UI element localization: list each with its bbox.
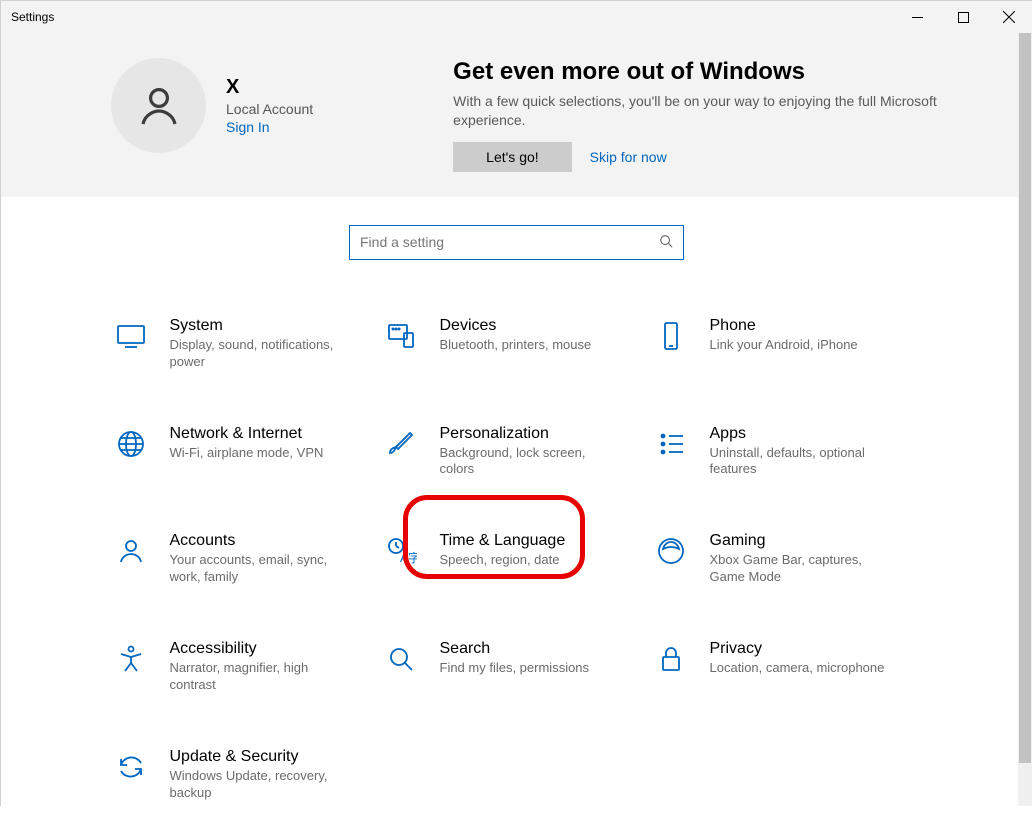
category-gaming[interactable]: Gaming Xbox Game Bar, captures, Game Mod… — [652, 530, 922, 588]
category-sub: Bluetooth, printers, mouse — [440, 337, 592, 354]
category-sub: Narrator, magnifier, high contrast — [170, 660, 345, 694]
category-phone[interactable]: Phone Link your Android, iPhone — [652, 315, 922, 373]
user-account-type: Local Account — [226, 101, 313, 117]
category-accounts[interactable]: Accounts Your accounts, email, sync, wor… — [112, 530, 382, 588]
category-sub: Find my files, permissions — [440, 660, 590, 677]
category-title: Personalization — [440, 425, 615, 443]
category-sub: Wi-Fi, airplane mode, VPN — [170, 445, 324, 462]
window-controls — [894, 1, 1032, 33]
window-title: Settings — [11, 10, 54, 24]
category-network[interactable]: Network & Internet Wi-Fi, airplane mode,… — [112, 423, 382, 481]
category-title: Accounts — [170, 532, 345, 550]
category-title: Network & Internet — [170, 425, 324, 443]
promo-body: With a few quick selections, you'll be o… — [453, 92, 983, 130]
category-sub: Your accounts, email, sync, work, family — [170, 552, 345, 586]
titlebar: Settings — [1, 1, 1032, 33]
svg-text:A字: A字 — [400, 550, 417, 565]
category-personalization[interactable]: Personalization Background, lock screen,… — [382, 423, 652, 481]
category-sub: Xbox Game Bar, captures, Game Mode — [710, 552, 885, 586]
maximize-icon — [958, 12, 969, 23]
category-title: Apps — [710, 425, 885, 443]
phone-icon — [654, 319, 688, 353]
devices-icon — [384, 319, 418, 353]
minimize-icon — [912, 12, 923, 23]
paintbrush-icon — [384, 427, 418, 461]
scrollbar-thumb[interactable] — [1019, 33, 1031, 763]
close-icon — [1003, 11, 1015, 23]
category-sub: Windows Update, recovery, backup — [170, 768, 345, 802]
category-sub: Link your Android, iPhone — [710, 337, 858, 354]
category-title: Devices — [440, 317, 592, 335]
promo: Get even more out of Windows With a few … — [453, 58, 983, 172]
category-devices[interactable]: Devices Bluetooth, printers, mouse — [382, 315, 652, 373]
gaming-icon — [654, 534, 688, 568]
category-title: Gaming — [710, 532, 885, 550]
category-sub: Uninstall, defaults, optional features — [710, 445, 885, 479]
category-title: Time & Language — [440, 532, 566, 550]
minimize-button[interactable] — [894, 1, 940, 33]
category-title: Privacy — [710, 640, 885, 658]
user-text: X Local Account Sign In — [226, 76, 313, 135]
settings-window: Settings X Local Account — [0, 0, 1032, 806]
update-icon — [114, 750, 148, 784]
search-box[interactable] — [349, 225, 684, 260]
category-grid: System Display, sound, notifications, po… — [107, 315, 927, 804]
apps-icon — [654, 427, 688, 461]
search-category-icon — [384, 642, 418, 676]
lock-icon — [654, 642, 688, 676]
maximize-button[interactable] — [940, 1, 986, 33]
category-title: Phone — [710, 317, 858, 335]
category-time-language[interactable]: A字 Time & Language Speech, region, date — [382, 530, 652, 588]
category-sub: Display, sound, notifications, power — [170, 337, 345, 371]
scrollbar-track[interactable] — [1018, 33, 1032, 806]
time-language-icon: A字 — [384, 534, 418, 568]
category-search[interactable]: Search Find my files, permissions — [382, 638, 652, 696]
close-button[interactable] — [986, 1, 1032, 33]
skip-link[interactable]: Skip for now — [590, 149, 667, 165]
user-name: X — [226, 76, 313, 99]
category-title: Search — [440, 640, 590, 658]
system-icon — [114, 319, 148, 353]
lets-go-button[interactable]: Let's go! — [453, 142, 572, 172]
accessibility-icon — [114, 642, 148, 676]
category-title: System — [170, 317, 345, 335]
category-sub: Location, camera, microphone — [710, 660, 885, 677]
search-input[interactable] — [360, 234, 659, 250]
user-icon — [135, 82, 183, 130]
search-wrap — [41, 225, 992, 260]
category-accessibility[interactable]: Accessibility Narrator, magnifier, high … — [112, 638, 382, 696]
category-sub: Background, lock screen, colors — [440, 445, 615, 479]
globe-icon — [114, 427, 148, 461]
avatar[interactable] — [111, 58, 206, 153]
content: System Display, sound, notifications, po… — [1, 197, 1032, 824]
user-block: X Local Account Sign In — [111, 58, 313, 153]
category-title: Accessibility — [170, 640, 345, 658]
category-privacy[interactable]: Privacy Location, camera, microphone — [652, 638, 922, 696]
category-system[interactable]: System Display, sound, notifications, po… — [112, 315, 382, 373]
accounts-icon — [114, 534, 148, 568]
category-update-security[interactable]: Update & Security Windows Update, recove… — [112, 746, 382, 804]
category-sub: Speech, region, date — [440, 552, 566, 569]
sign-in-link[interactable]: Sign In — [226, 119, 313, 135]
category-title: Update & Security — [170, 748, 345, 766]
category-apps[interactable]: Apps Uninstall, defaults, optional featu… — [652, 423, 922, 481]
promo-heading: Get even more out of Windows — [453, 58, 983, 86]
header: X Local Account Sign In Get even more ou… — [1, 33, 1032, 197]
search-icon — [659, 234, 673, 251]
promo-actions: Let's go! Skip for now — [453, 142, 983, 172]
